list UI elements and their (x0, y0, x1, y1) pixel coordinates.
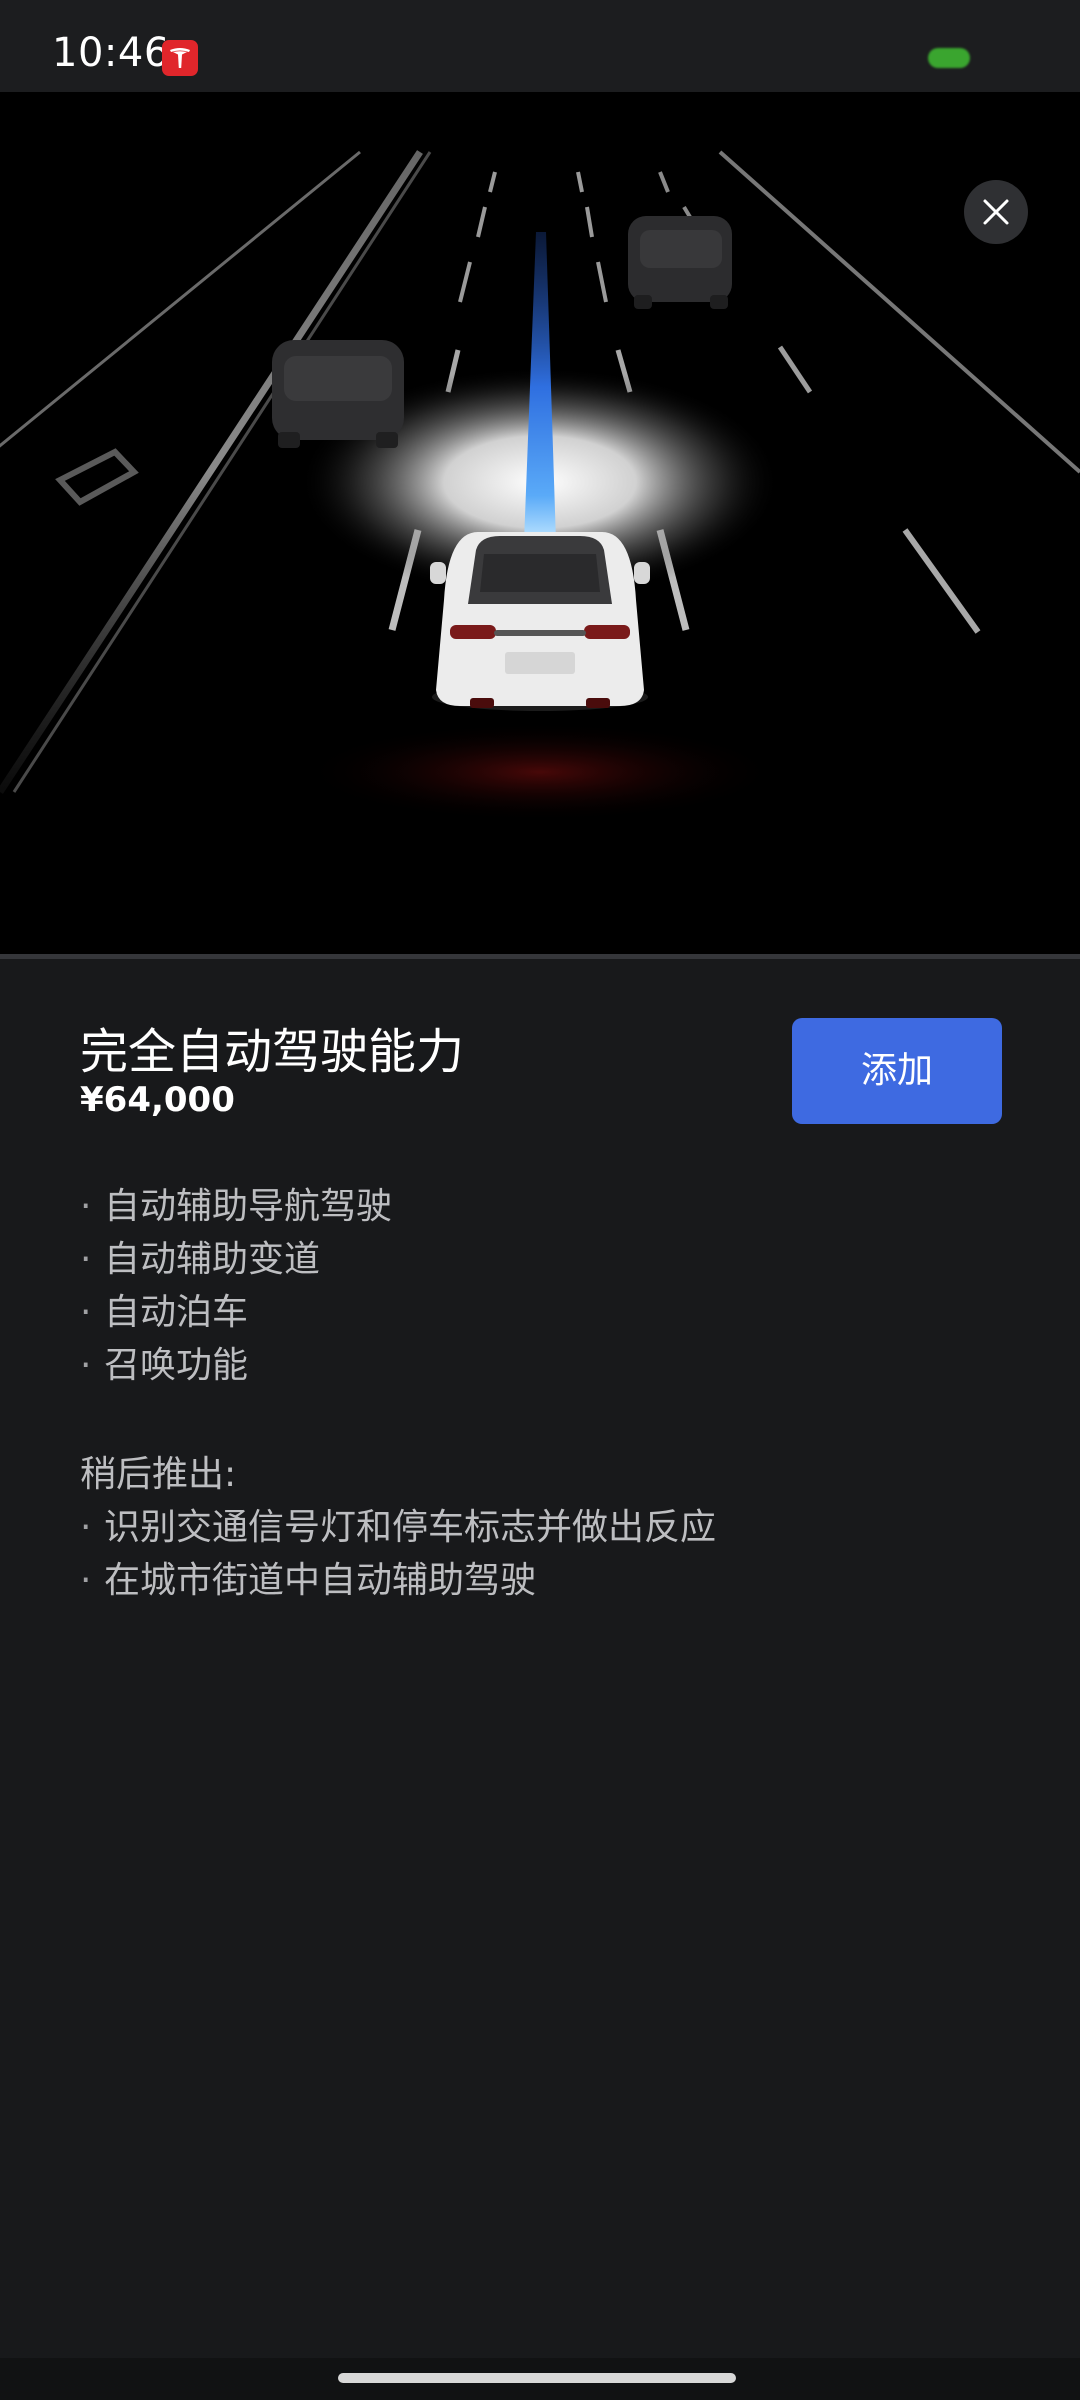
product-price: ¥64,000 (80, 1080, 235, 1120)
list-item: · 召唤功能 (80, 1339, 1000, 1392)
highway-illustration (0, 150, 1080, 822)
coming-later-label: 在城市街道中自动辅助驾驶 (104, 1560, 537, 1601)
list-item: · 自动辅助导航驾驶 (80, 1180, 1000, 1233)
coming-later-heading: 稍后推出: (80, 1454, 237, 1495)
tesla-logo-icon (162, 40, 198, 76)
feature-label: 自动泊车 (104, 1292, 249, 1333)
ego-vehicle (430, 532, 650, 711)
screen: 10:46 完全自动驾驶能力 ¥64,000 添加 · 自动辅助导航驾驶 · 自… (0, 0, 1080, 2400)
feature-label: 自动辅助导航驾驶 (104, 1186, 393, 1227)
close-icon (983, 199, 1009, 225)
vehicle-ahead (628, 216, 732, 309)
feature-label: 召唤功能 (104, 1345, 249, 1386)
bullet-icon: · (80, 1345, 92, 1386)
list-item: · 自动辅助变道 (80, 1233, 1000, 1286)
bullet-icon: · (80, 1292, 92, 1333)
bullet-icon: · (80, 1560, 92, 1601)
status-time: 10:46 (52, 30, 170, 76)
divider (0, 954, 1080, 959)
vehicle-left (272, 340, 404, 448)
product-title: 完全自动驾驶能力 (80, 1024, 465, 1080)
status-bar: 10:46 (0, 0, 1080, 92)
bullet-icon: · (80, 1239, 92, 1280)
bullet-icon: · (80, 1507, 92, 1548)
feature-label: 自动辅助变道 (104, 1239, 321, 1280)
add-button[interactable]: 添加 (792, 1018, 1002, 1124)
coming-later-label: 识别交通信号灯和停车标志并做出反应 (104, 1507, 717, 1548)
list-item: · 在城市街道中自动辅助驾驶 (80, 1554, 1040, 1607)
list-item: · 识别交通信号灯和停车标志并做出反应 (80, 1501, 1040, 1554)
hero-image (0, 92, 1080, 954)
coming-later-list: · 识别交通信号灯和停车标志并做出反应 · 在城市街道中自动辅助驾驶 (80, 1501, 1040, 1607)
feature-list: · 自动辅助导航驾驶 · 自动辅助变道 · 自动泊车 · 召唤功能 (80, 1180, 1000, 1392)
close-button[interactable] (964, 180, 1028, 244)
status-indicator (928, 48, 970, 68)
home-indicator[interactable] (338, 2373, 736, 2383)
bullet-icon: · (80, 1186, 92, 1227)
list-item: · 自动泊车 (80, 1286, 1000, 1339)
